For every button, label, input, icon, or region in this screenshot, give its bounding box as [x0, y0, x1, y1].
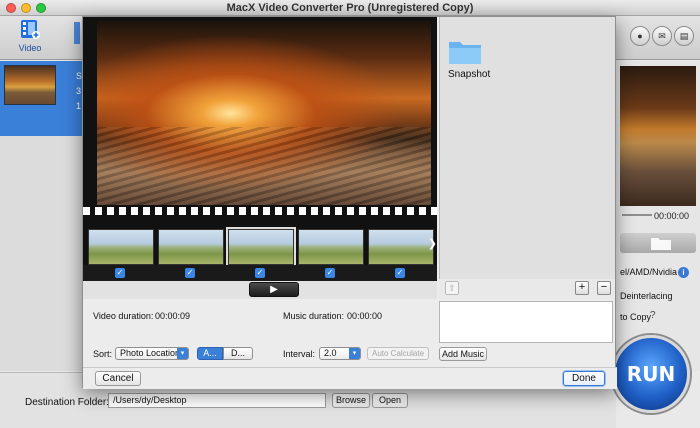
mail-icon[interactable]: ✉	[652, 26, 672, 46]
run-button[interactable]: RUN	[612, 335, 690, 413]
film-add-icon	[21, 20, 40, 39]
add-music-button[interactable]: Add Music	[439, 347, 487, 361]
move-up-icon[interactable]: ⇧	[445, 281, 459, 295]
sort-value: Photo Location	[120, 348, 181, 358]
photo-checkbox[interactable]: ✓	[255, 268, 265, 278]
auto-copy-label: to Copy	[620, 312, 652, 322]
video-texture	[97, 127, 431, 205]
add-music-plus-button[interactable]: +	[575, 281, 589, 295]
sort-descending-button[interactable]: D...	[223, 347, 253, 360]
interval-select[interactable]: 2.0 ▾	[319, 347, 361, 360]
cart-icon[interactable]: ▤	[674, 26, 694, 46]
sort-ascending-button[interactable]: A...	[197, 347, 223, 360]
browse-button[interactable]: Browse	[332, 393, 370, 408]
folder-tab-icon	[651, 238, 671, 250]
open-button[interactable]: Open	[372, 393, 408, 408]
run-label: RUN	[626, 362, 676, 386]
settings-area: Video duration: 00:00:09 Music duration:…	[83, 299, 437, 361]
slideshow-dialog: ❯ ✓ ✓ ✓ ✓ ✓ ▶ Snapshot ⇧ + − Add Music V…	[82, 16, 617, 389]
photo-checkbox[interactable]: ✓	[325, 268, 335, 278]
music-duration-value: 00:00:00	[347, 311, 383, 321]
done-button[interactable]: Done	[563, 371, 605, 386]
photo-checkbox[interactable]: ✓	[115, 268, 125, 278]
thumbnail-strip	[83, 217, 437, 269]
snapshot-folder-icon[interactable]	[448, 37, 482, 65]
cancel-button[interactable]: Cancel	[95, 371, 141, 386]
photo-thumbnail[interactable]	[88, 229, 154, 265]
file-list: S 3 1	[0, 61, 82, 371]
video-duration-label: Video duration:	[93, 311, 154, 321]
film-strip-holes	[83, 207, 437, 215]
right-panel: 00:00:00 el/AMD/Nvidia i Deinterlacing t…	[616, 61, 700, 371]
photo-thumbnail[interactable]	[368, 229, 434, 265]
toolbar-next-icon-edge	[74, 22, 80, 44]
info-icon[interactable]: i	[678, 267, 689, 278]
music-list[interactable]	[439, 301, 613, 343]
video-area: ❯ ✓ ✓ ✓ ✓ ✓	[83, 17, 437, 281]
add-video-label: Video	[18, 43, 42, 53]
video-preview	[620, 66, 696, 206]
music-duration-label: Music duration:	[283, 311, 345, 321]
chevron-updown-icon: ▾	[177, 348, 188, 359]
playback-row: ▶	[83, 281, 437, 299]
interval-label: Interval:	[283, 349, 316, 359]
window-title: MacX Video Converter Pro (Unregistered C…	[226, 2, 474, 14]
photo-thumbnail[interactable]	[158, 229, 224, 265]
video-thumbnail	[4, 65, 56, 105]
gpu-accel-label: el/AMD/Nvidia	[620, 267, 678, 277]
remove-music-button[interactable]: −	[597, 281, 611, 295]
output-tabs[interactable]	[620, 233, 696, 253]
thumbnail-checks: ✓ ✓ ✓ ✓ ✓	[83, 265, 437, 281]
title-bar: MacX Video Converter Pro (Unregistered C…	[0, 0, 700, 16]
deinterlacing-label: Deinterlacing	[620, 291, 673, 301]
destination-folder-field[interactable]: /Users/dy/Desktop	[108, 393, 326, 408]
photo-thumbnail[interactable]	[298, 229, 364, 265]
preview-time: 00:00:00	[654, 211, 690, 221]
help-question-icon[interactable]: ?	[650, 310, 656, 321]
dialog-footer: Cancel Done	[83, 367, 617, 389]
music-toolbar: ⇧ + −	[439, 279, 615, 299]
preview-progress-track[interactable]	[622, 214, 652, 216]
sort-select[interactable]: Photo Location ▾	[115, 347, 189, 360]
user-icon[interactable]: ●	[630, 26, 650, 46]
auto-calculate-button[interactable]: Auto Calculate	[367, 347, 429, 360]
interval-value: 2.0	[324, 348, 337, 358]
destination-folder-label: Destination Folder:	[25, 397, 109, 408]
photo-checkbox[interactable]: ✓	[185, 268, 195, 278]
photo-checkbox[interactable]: ✓	[395, 268, 405, 278]
scroll-right-icon[interactable]: ❯	[428, 237, 437, 250]
photo-thumbnail[interactable]	[226, 227, 296, 267]
snapshot-label: Snapshot	[448, 69, 491, 80]
play-button[interactable]: ▶	[249, 282, 299, 297]
chevron-down-icon: ▾	[349, 348, 360, 359]
sort-label: Sort:	[93, 349, 113, 359]
header-buttons: ● ✉ ▤	[630, 26, 694, 50]
snapshot-panel: Snapshot	[439, 17, 615, 279]
list-item[interactable]: S 3 1	[0, 61, 82, 136]
add-video-button[interactable]: Video	[8, 18, 52, 53]
video-duration-value: 00:00:09	[155, 311, 191, 321]
